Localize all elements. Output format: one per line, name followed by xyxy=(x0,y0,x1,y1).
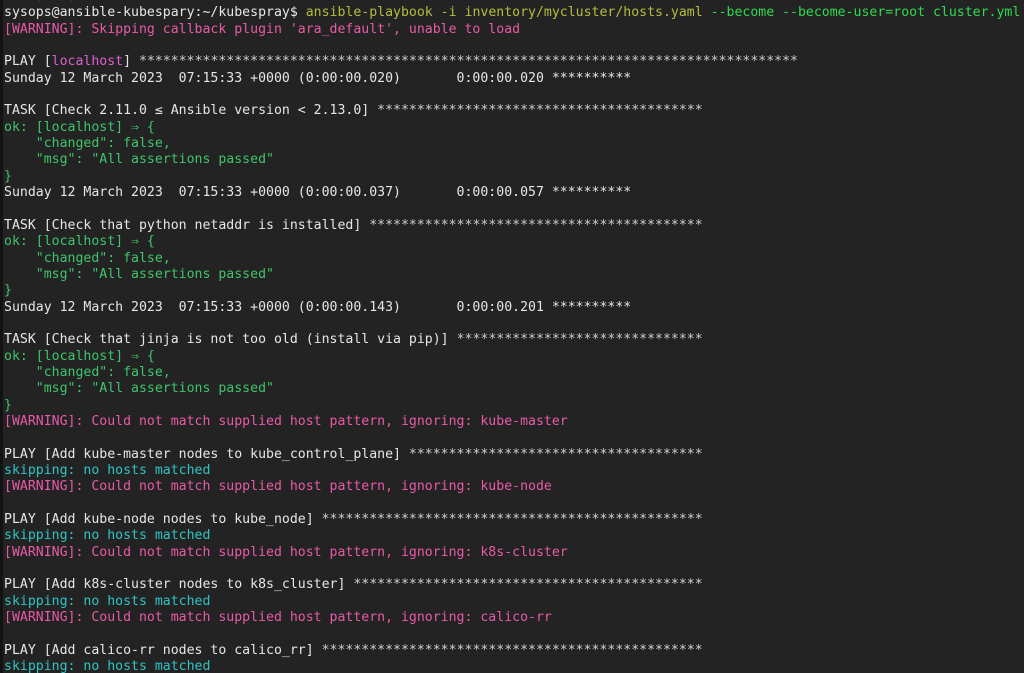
line-warning-calico-rr: [WARNING]: Could not match supplied host… xyxy=(4,610,1024,626)
line-play-calico-rr-seg-0: PLAY [Add calico-rr nodes to calico_rr] xyxy=(4,643,322,658)
line-changed-3: "changed": false, xyxy=(4,365,1024,381)
line-prompt-command-seg-4: cluster.yml xyxy=(933,5,1020,20)
line-skipping-1: skipping: no hosts matched xyxy=(4,463,1024,479)
line-task-ansible-version-seg-1: ****************************************… xyxy=(377,103,703,118)
line-skipping-3-seg-0: skipping: no hosts matched xyxy=(4,594,210,609)
terminal-screen[interactable]: ~/, ~/; ~ ~ ~ ~ ~ ~ ~ ~ ~ ~ ~ ~ ~ ~ ~ ~ … xyxy=(4,0,1024,673)
line-brace-3: } xyxy=(4,398,1024,414)
line-ok-2: ok: [localhost] ⇒ { xyxy=(4,234,1024,250)
line-play-kube-control-plane-seg-1: ************************************* xyxy=(409,447,703,462)
line-msg-2-seg-0: "msg": "All assertions passed" xyxy=(4,267,274,282)
line-ok-1: ok: [localhost] ⇒ { xyxy=(4,120,1024,136)
line-task-netaddr-seg-1: ****************************************… xyxy=(369,218,702,233)
line-changed-2-seg-0: "changed": false, xyxy=(4,251,171,266)
line-warning-ara: [WARNING]: Skipping callback plugin 'ara… xyxy=(4,22,1024,38)
line-play-localhost-seg-1: localhost xyxy=(52,54,123,69)
line-task-netaddr: TASK [Check that python netaddr is insta… xyxy=(4,218,1024,234)
line-play-kube-node: PLAY [Add kube-node nodes to kube_node] … xyxy=(4,512,1024,528)
line-prompt-command-seg-2: inventory/mycluster/hosts.yaml xyxy=(465,5,711,20)
line-ok-3-seg-0: ok: [localhost] ⇒ { xyxy=(4,349,155,364)
line-skipping-2: skipping: no hosts matched xyxy=(4,528,1024,544)
line-play-kube-control-plane-seg-0: PLAY [Add kube-master nodes to kube_cont… xyxy=(4,447,409,462)
line-blank-3 xyxy=(4,201,1024,217)
line-changed-1: "changed": false, xyxy=(4,136,1024,152)
line-skipping-4: skipping: no hosts matched xyxy=(4,659,1024,673)
line-brace-2-seg-0: } xyxy=(4,283,12,298)
line-blank-7 xyxy=(4,561,1024,577)
line-blank-4 xyxy=(4,316,1024,332)
line-msg-1: "msg": "All assertions passed" xyxy=(4,152,1024,168)
line-skipping-1-seg-0: skipping: no hosts matched xyxy=(4,463,210,478)
line-play-localhost: PLAY [localhost] ***********************… xyxy=(4,54,1024,70)
line-blank-6 xyxy=(4,496,1024,512)
line-warning-ara-seg-0: [WARNING]: Skipping callback plugin 'ara… xyxy=(4,22,520,37)
line-play-localhost-seg-0: PLAY [ xyxy=(4,54,52,69)
line-brace-1-seg-0: } xyxy=(4,169,12,184)
line-warning-kube-master: [WARNING]: Could not match supplied host… xyxy=(4,414,1024,430)
line-skipping-3: skipping: no hosts matched xyxy=(4,594,1024,610)
line-task-ansible-version-seg-0: TASK [Check 2.11.0 ≤ Ansible version < 2… xyxy=(4,103,377,118)
line-changed-3-seg-0: "changed": false, xyxy=(4,365,171,380)
line-brace-1: } xyxy=(4,169,1024,185)
line-prompt-command-seg-1: ansible-playbook -i xyxy=(306,5,465,20)
line-time-2-seg-0: Sunday 12 March 2023 07:15:33 +0000 (0:0… xyxy=(4,185,631,200)
line-time-3-seg-0: Sunday 12 March 2023 07:15:33 +0000 (0:0… xyxy=(4,300,631,315)
line-play-k8s-cluster-seg-0: PLAY [Add k8s-cluster nodes to k8s_clust… xyxy=(4,577,353,592)
line-changed-1-seg-0: "changed": false, xyxy=(4,136,171,151)
line-task-netaddr-seg-0: TASK [Check that python netaddr is insta… xyxy=(4,218,369,233)
line-blank-2 xyxy=(4,87,1024,103)
line-play-calico-rr-seg-1: ****************************************… xyxy=(322,643,703,658)
line-time-1-seg-0: Sunday 12 March 2023 07:15:33 +0000 (0:0… xyxy=(4,71,631,86)
line-task-jinja-seg-0: TASK [Check that jinja is not too old (i… xyxy=(4,332,457,347)
line-ok-2-seg-0: ok: [localhost] ⇒ { xyxy=(4,234,155,249)
line-warning-k8s-cluster-seg-0: [WARNING]: Could not match supplied host… xyxy=(4,545,568,560)
line-task-jinja-seg-1: ******************************* xyxy=(457,332,703,347)
line-play-localhost-seg-3: ****************************************… xyxy=(139,54,798,69)
line-ok-3: ok: [localhost] ⇒ { xyxy=(4,349,1024,365)
line-prompt-command-seg-3: --become --become-user=root xyxy=(711,5,933,20)
line-clipped-top-seg-0: ~/, ~/; ~ ~ ~ ~ ~ ~ ~ ~ ~ ~ ~ ~ ~ ~ ~ ~ … xyxy=(4,0,877,4)
line-task-ansible-version: TASK [Check 2.11.0 ≤ Ansible version < 2… xyxy=(4,103,1024,119)
line-changed-2: "changed": false, xyxy=(4,251,1024,267)
line-play-kube-node-seg-0: PLAY [Add kube-node nodes to kube_node] xyxy=(4,512,322,527)
line-blank-8 xyxy=(4,626,1024,642)
line-blank-5 xyxy=(4,430,1024,446)
line-msg-2: "msg": "All assertions passed" xyxy=(4,267,1024,283)
line-ok-1-seg-0: ok: [localhost] ⇒ { xyxy=(4,120,155,135)
line-time-2: Sunday 12 March 2023 07:15:33 +0000 (0:0… xyxy=(4,185,1024,201)
line-msg-3: "msg": "All assertions passed" xyxy=(4,381,1024,397)
line-brace-2: } xyxy=(4,283,1024,299)
line-warning-kube-node: [WARNING]: Could not match supplied host… xyxy=(4,479,1024,495)
line-task-jinja: TASK [Check that jinja is not too old (i… xyxy=(4,332,1024,348)
line-play-k8s-cluster-seg-1: ****************************************… xyxy=(353,577,702,592)
line-msg-3-seg-0: "msg": "All assertions passed" xyxy=(4,381,274,396)
line-time-3: Sunday 12 March 2023 07:15:33 +0000 (0:0… xyxy=(4,300,1024,316)
line-blank-1 xyxy=(4,38,1024,54)
line-skipping-2-seg-0: skipping: no hosts matched xyxy=(4,528,210,543)
line-warning-k8s-cluster: [WARNING]: Could not match supplied host… xyxy=(4,545,1024,561)
terminal-window[interactable]: ~/, ~/; ~ ~ ~ ~ ~ ~ ~ ~ ~ ~ ~ ~ ~ ~ ~ ~ … xyxy=(0,0,1024,673)
line-prompt-command-seg-0: sysops@ansible-kubespary:~/kubespray$ xyxy=(4,5,306,20)
line-msg-1-seg-0: "msg": "All assertions passed" xyxy=(4,152,274,167)
line-play-calico-rr: PLAY [Add calico-rr nodes to calico_rr] … xyxy=(4,643,1024,659)
line-play-kube-node-seg-1: ****************************************… xyxy=(322,512,703,527)
line-time-1: Sunday 12 March 2023 07:15:33 +0000 (0:0… xyxy=(4,71,1024,87)
line-prompt-command: sysops@ansible-kubespary:~/kubespray$ an… xyxy=(4,5,1024,21)
line-brace-3-seg-0: } xyxy=(4,398,12,413)
line-play-kube-control-plane: PLAY [Add kube-master nodes to kube_cont… xyxy=(4,447,1024,463)
line-play-k8s-cluster: PLAY [Add k8s-cluster nodes to k8s_clust… xyxy=(4,577,1024,593)
line-skipping-4-seg-0: skipping: no hosts matched xyxy=(4,659,210,673)
line-play-localhost-seg-2: ] xyxy=(123,54,139,69)
line-warning-kube-node-seg-0: [WARNING]: Could not match supplied host… xyxy=(4,479,552,494)
line-warning-calico-rr-seg-0: [WARNING]: Could not match supplied host… xyxy=(4,610,552,625)
line-warning-kube-master-seg-0: [WARNING]: Could not match supplied host… xyxy=(4,414,568,429)
